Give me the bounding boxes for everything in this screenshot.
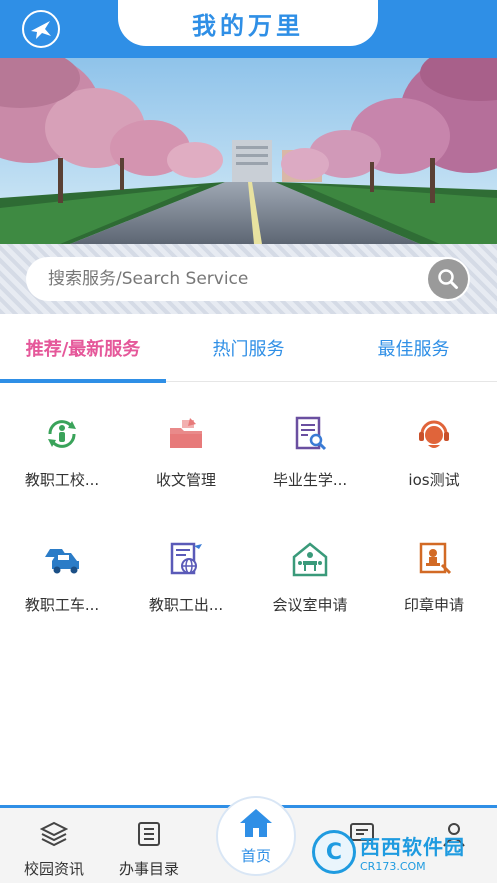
layers-icon xyxy=(39,820,69,852)
service-item[interactable]: 印章申请 xyxy=(372,508,496,633)
service-grid: 教职工校... 收文管理 毕业生学... ios测试 教职工车... 教职工出.… xyxy=(0,383,497,633)
service-item[interactable]: 会议室申请 xyxy=(248,508,372,633)
service-label: ios测试 xyxy=(408,471,460,489)
search-input[interactable] xyxy=(48,269,408,289)
plane-logo-icon[interactable] xyxy=(22,10,60,48)
list-icon xyxy=(135,820,163,852)
watermark-sub-text: CR173.COM xyxy=(360,860,426,873)
service-item[interactable]: ios测试 xyxy=(372,383,496,508)
nav-service-directory[interactable]: 办事目录 xyxy=(109,820,189,879)
app-screen: 我的万里 搜索服务/Search Service 推荐/最新服务 热门服务 最佳… xyxy=(0,0,497,883)
tab-recommended[interactable]: 推荐/最新服务 xyxy=(0,314,166,383)
car-icon xyxy=(41,538,83,580)
service-tabs: 推荐/最新服务 热门服务 最佳服务 xyxy=(0,314,497,383)
service-label: 收文管理 xyxy=(155,471,216,489)
search-bar[interactable] xyxy=(26,257,470,301)
tab-best[interactable]: 最佳服务 xyxy=(331,314,496,382)
nav-label: 办事目录 xyxy=(118,860,179,878)
watermark-main-text: 西西软件园 xyxy=(360,835,465,859)
campus-banner-image[interactable] xyxy=(0,58,497,244)
watermark-logo: C 西西软件园 CR173.COM xyxy=(312,828,482,876)
page-title: 我的万里 xyxy=(192,11,304,40)
service-label: 会议室申请 xyxy=(272,596,348,614)
service-item[interactable]: 毕业生学... xyxy=(248,383,372,508)
service-label: 毕业生学... xyxy=(272,471,348,489)
headset-support-icon xyxy=(413,413,455,455)
tab-popular[interactable]: 热门服务 xyxy=(166,314,331,382)
service-label: 印章申请 xyxy=(403,596,464,614)
nav-label: 校园资讯 xyxy=(23,860,84,878)
refresh-person-icon xyxy=(41,413,83,455)
header-title-tab: 我的万里 xyxy=(118,0,378,46)
watermark-text: 西西软件园 CR173.COM xyxy=(360,831,465,873)
search-area xyxy=(0,244,497,314)
service-item[interactable]: 教职工校... xyxy=(0,383,124,508)
service-item[interactable]: 收文管理 xyxy=(124,383,248,508)
folder-receive-icon xyxy=(165,413,207,455)
service-item[interactable]: 教职工车... xyxy=(0,508,124,633)
search-icon[interactable] xyxy=(428,259,468,299)
header-bar: 我的万里 xyxy=(0,0,497,58)
travel-document-icon xyxy=(165,538,207,580)
nav-label: 首页 xyxy=(240,846,271,865)
nav-campus-news[interactable]: 校园资讯 xyxy=(14,820,94,879)
home-icon xyxy=(238,807,274,843)
service-label: 教职工出... xyxy=(148,596,224,614)
watermark-circle-icon: C xyxy=(312,830,356,874)
document-search-icon xyxy=(289,413,331,455)
seal-stamp-icon xyxy=(413,538,455,580)
service-label: 教职工车... xyxy=(24,596,100,614)
service-label: 教职工校... xyxy=(24,471,100,489)
service-item[interactable]: 教职工出... xyxy=(124,508,248,633)
nav-home[interactable]: 首页 xyxy=(216,796,296,876)
meeting-room-icon xyxy=(289,538,331,580)
